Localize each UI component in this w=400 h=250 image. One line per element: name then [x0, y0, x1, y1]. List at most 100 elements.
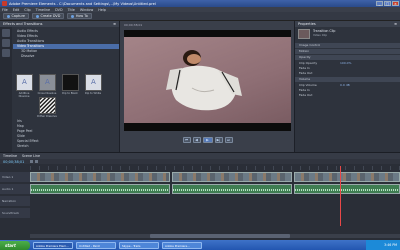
video-clip[interactable]	[172, 172, 292, 182]
track-header-video-1[interactable]: Video 1	[0, 172, 30, 182]
property-label: Image Control	[299, 43, 321, 47]
video-preview	[124, 30, 291, 131]
menu-dvd[interactable]: DVD	[55, 8, 62, 12]
scrollbar-thumb[interactable]	[150, 234, 290, 238]
timeline-timecode[interactable]: 00;00;38;01	[3, 160, 24, 164]
window-titlebar: Adobe Premiere Elements - C:\Documents a…	[0, 0, 400, 7]
timeline-scrollbar[interactable]	[30, 234, 400, 238]
audio-waveform	[295, 189, 399, 191]
property-row[interactable]: Volume	[295, 77, 400, 82]
step-back-button[interactable]: ◀	[192, 136, 201, 143]
how-to-label: How To	[75, 14, 88, 18]
maximize-button[interactable]: □	[384, 1, 391, 6]
capture-button[interactable]: Capture	[3, 13, 29, 19]
letterbox-bottom	[124, 123, 291, 131]
property-row[interactable]: Fade Out	[295, 71, 400, 76]
property-row[interactable]: Image Control	[295, 43, 400, 48]
property-label: Fade Out	[299, 93, 313, 97]
effects-tool-icon[interactable]	[2, 49, 10, 57]
menu-timeline[interactable]: Timeline	[36, 8, 50, 12]
menu-edit[interactable]: Edit	[13, 8, 20, 12]
effects-panel: Effects and Transitions ≡ Audio Effects V…	[0, 21, 120, 152]
window-title: Adobe Premiere Elements - C:\Documents a…	[9, 1, 156, 6]
main-toolbar: Capture Create DVD How To	[0, 12, 400, 21]
taskbar-item[interactable]: Adobe Premiere...	[162, 241, 202, 249]
video-clip[interactable]	[30, 172, 170, 182]
tab-scene-line[interactable]: Scene Line	[22, 154, 40, 158]
playhead[interactable]	[340, 166, 341, 226]
effects-panel-header: Effects and Transitions ≡	[0, 21, 119, 27]
property-label: Fade In	[299, 88, 310, 92]
property-label: Clip Opacity	[299, 61, 318, 65]
tree-item-dissolve[interactable]: Dissolve	[13, 54, 119, 59]
step-forward-button[interactable]: ▶|	[214, 136, 223, 143]
fast-forward-button[interactable]: ⏭	[224, 136, 233, 143]
video-clip[interactable]	[294, 172, 400, 182]
playback-controls: ⏮ ◀ ▶ ▶| ⏭	[160, 135, 255, 144]
audio-clip[interactable]	[30, 184, 170, 194]
how-to-button[interactable]: How To	[67, 13, 92, 19]
razor-tool-icon[interactable]	[2, 39, 10, 47]
zoom-out-icon[interactable]	[30, 160, 34, 163]
tab-timeline[interactable]: Timeline	[3, 154, 17, 158]
time-ruler[interactable]	[30, 166, 400, 170]
menu-help[interactable]: Help	[98, 8, 106, 12]
person-figure	[166, 50, 242, 111]
tile-label: Dither Dissolve	[37, 115, 57, 118]
taskbar-item[interactable]: Skype - Trails	[119, 241, 159, 249]
audio-clip[interactable]	[294, 184, 400, 194]
property-label: Fade Out	[299, 71, 313, 75]
panel-menu-icon[interactable]: ≡	[394, 21, 397, 27]
minimize-button[interactable]: _	[376, 1, 383, 6]
menu-file[interactable]: File	[2, 8, 8, 12]
property-row[interactable]: Motion	[295, 49, 400, 54]
panel-menu-icon[interactable]: ≡	[113, 21, 116, 27]
audio-waveform	[173, 189, 291, 191]
track-header-audio-1[interactable]: Audio 1	[0, 184, 30, 194]
taskbar-item[interactable]: Adobe Premiere Elem...	[33, 241, 73, 249]
rewind-button[interactable]: ⏮	[182, 136, 191, 143]
transition-icon: A	[91, 78, 96, 86]
effects-tree: Audio Effects Video Effects Audio Transi…	[13, 29, 119, 59]
taskbar-item[interactable]: Untitled - Paint	[76, 241, 116, 249]
tile-label: Additive Dissolve	[18, 92, 30, 98]
clip-thumbnail	[298, 29, 310, 39]
monitor-timecode: 00;00;38;01	[124, 23, 143, 27]
transition-tile[interactable]	[62, 74, 79, 91]
property-row[interactable]: Fade Out	[295, 93, 400, 98]
selection-tool-icon[interactable]	[2, 29, 10, 37]
property-row[interactable]: Opacity	[295, 55, 400, 60]
camera-icon	[7, 14, 10, 18]
transition-icon: A	[45, 78, 50, 86]
timeline-panel: Timeline Scene Line 00;00;38;01 Video 1 …	[0, 152, 400, 240]
transition-tile[interactable]: A	[39, 74, 56, 91]
menu-title[interactable]: Title	[68, 8, 75, 12]
start-button[interactable]: start	[0, 240, 30, 250]
create-dvd-button[interactable]: Create DVD	[31, 13, 65, 19]
properties-header: Properties ≡	[295, 21, 400, 27]
help-icon	[71, 14, 75, 18]
timeline-tools: 00;00;38;01	[0, 159, 400, 164]
transition-tile[interactable]: A	[16, 74, 33, 91]
monitor-panel: 00;00;38;01 ⏮ ◀ ▶ ▶| ⏭	[120, 21, 295, 152]
track-header-narration[interactable]: Narration	[0, 196, 30, 206]
audio-waveform	[31, 189, 169, 191]
menu-clip[interactable]: Clip	[24, 8, 30, 12]
transition-category-list: Iris Map Page Peel Slide Special Effect …	[13, 119, 119, 149]
track-header-soundtrack[interactable]: Soundtrack	[0, 208, 30, 218]
menu-window[interactable]: Window	[80, 8, 93, 12]
tile-label: Dip to Black	[62, 92, 78, 95]
category-stretch[interactable]: Stretch	[13, 144, 119, 149]
transition-tile[interactable]	[39, 97, 56, 114]
play-button[interactable]: ▶	[202, 136, 213, 143]
audio-clip[interactable]	[172, 184, 292, 194]
tool-strip	[0, 27, 12, 152]
zoom-in-icon[interactable]	[35, 160, 39, 163]
create-dvd-label: Create DVD	[40, 14, 61, 18]
property-label: Volume	[299, 77, 311, 81]
disc-icon	[35, 14, 39, 18]
capture-label: Capture	[11, 14, 25, 18]
property-label: Opacity	[299, 55, 311, 59]
close-button[interactable]: ×	[392, 1, 399, 6]
transition-tile[interactable]: A	[85, 74, 102, 91]
